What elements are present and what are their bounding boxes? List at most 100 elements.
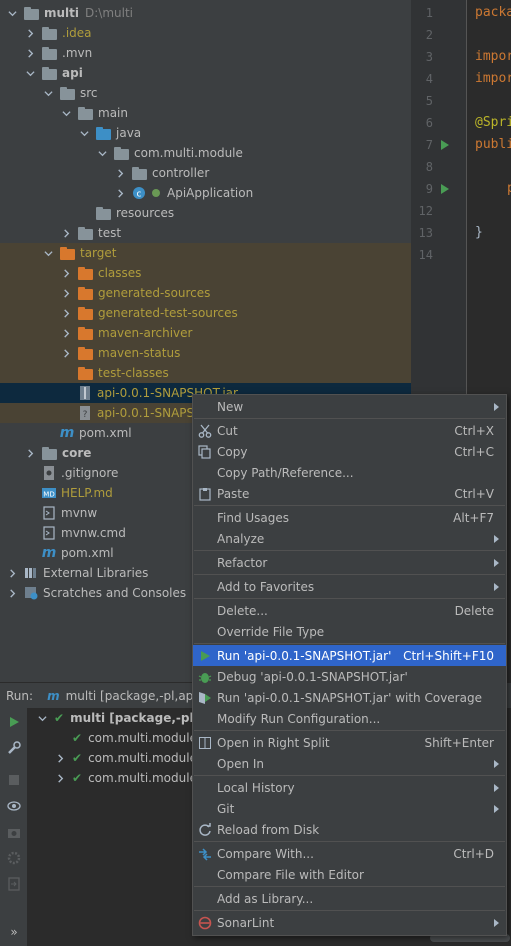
- chevron-right-icon[interactable]: [54, 752, 66, 764]
- menu-item-analyze[interactable]: Analyze: [193, 528, 506, 549]
- run-gutter-icon[interactable]: [441, 184, 449, 194]
- menu-item-override-file-type[interactable]: Override File Type: [193, 621, 506, 642]
- tree-item-maven-status[interactable]: maven-status: [0, 343, 411, 363]
- tree-item-test-classes[interactable]: test-classes: [0, 363, 411, 383]
- menu-item-add-as-library[interactable]: Add as Library...: [193, 888, 506, 909]
- menu-item-find-usages[interactable]: Find Usages Alt+F7: [193, 507, 506, 528]
- chevron-right-icon[interactable]: [60, 307, 72, 319]
- menu-item-label: Reload from Disk: [217, 822, 320, 837]
- tree-item-target[interactable]: target: [0, 243, 411, 263]
- menu-item-run-with-coverage[interactable]: Run 'api-0.0.1-SNAPSHOT.jar' with Covera…: [193, 687, 506, 708]
- chevron-right-icon[interactable]: [60, 347, 72, 359]
- menu-item-label: Find Usages: [217, 510, 290, 525]
- menu-item-cut[interactable]: Cut Ctrl+X: [193, 420, 506, 441]
- maven-icon: m: [41, 545, 57, 561]
- excluded-folder-icon: [78, 306, 94, 320]
- submenu-arrow-icon: [494, 402, 499, 411]
- menu-item-copy[interactable]: Copy Ctrl+C: [193, 441, 506, 462]
- wrench-icon[interactable]: [6, 740, 22, 756]
- chevron-right-icon[interactable]: [6, 567, 18, 579]
- camera-icon[interactable]: [6, 824, 22, 840]
- menu-item-refactor[interactable]: Refactor: [193, 552, 506, 573]
- tree-item-idea[interactable]: .idea: [0, 23, 411, 43]
- spring-leaf-icon: [151, 185, 161, 201]
- tree-item-controller[interactable]: controller: [0, 163, 411, 183]
- chevron-down-icon[interactable]: [36, 712, 48, 724]
- chevron-right-icon[interactable]: [60, 227, 72, 239]
- chevron-down-icon[interactable]: [78, 127, 90, 139]
- tree-item-apiapplication[interactable]: c ApiApplication: [0, 183, 411, 203]
- split-icon: [198, 736, 212, 750]
- chevron-right-icon[interactable]: [6, 587, 18, 599]
- menu-item-sonarlint[interactable]: SonarLint: [193, 912, 506, 933]
- tree-item-generated-test-sources[interactable]: generated-test-sources: [0, 303, 411, 323]
- menu-item-modify-run-config[interactable]: Modify Run Configuration...: [193, 708, 506, 729]
- menu-item-paste[interactable]: Paste Ctrl+V: [193, 483, 506, 504]
- settings-icon[interactable]: [6, 850, 22, 866]
- context-menu: New Cut Ctrl+X Copy Ctrl+C Copy Path/Ref…: [192, 394, 507, 936]
- chevron-right-icon[interactable]: [60, 327, 72, 339]
- tree-item-package[interactable]: com.multi.module: [0, 143, 411, 163]
- tree-item-multi[interactable]: multi D:\multi: [0, 3, 411, 23]
- menu-shortcut: Ctrl+V: [454, 486, 494, 501]
- chevron-right-icon[interactable]: [114, 187, 126, 199]
- script-file-icon: [42, 505, 56, 521]
- code-line: }: [475, 225, 483, 240]
- tree-item-test[interactable]: test: [0, 223, 411, 243]
- menu-item-add-to-favorites[interactable]: Add to Favorites: [193, 576, 506, 597]
- menu-item-git[interactable]: Git: [193, 798, 506, 819]
- menu-item-delete[interactable]: Delete... Delete: [193, 600, 506, 621]
- menu-item-compare-with-editor[interactable]: Compare File with Editor: [193, 864, 506, 885]
- tree-item-maven-archiver[interactable]: maven-archiver: [0, 323, 411, 343]
- chevron-down-icon[interactable]: [42, 247, 54, 259]
- chevron-down-icon[interactable]: [96, 147, 108, 159]
- tree-item-classes[interactable]: classes: [0, 263, 411, 283]
- tree-item-generated-sources[interactable]: generated-sources: [0, 283, 411, 303]
- tree-item-label: core: [62, 446, 92, 460]
- project-path: D:\multi: [85, 6, 134, 20]
- chevron-right-icon[interactable]: [24, 47, 36, 59]
- line-number: 2: [425, 28, 433, 42]
- chevron-down-icon[interactable]: [6, 7, 18, 19]
- chevron-down-icon[interactable]: [42, 87, 54, 99]
- menu-item-local-history[interactable]: Local History: [193, 777, 506, 798]
- menu-separator: [194, 505, 505, 506]
- tree-item-mvn[interactable]: .mvn: [0, 43, 411, 63]
- rerun-icon[interactable]: [6, 714, 22, 730]
- chevron-down-icon[interactable]: [60, 107, 72, 119]
- tree-item-api[interactable]: api: [0, 63, 411, 83]
- menu-item-debug[interactable]: Debug 'api-0.0.1-SNAPSHOT.jar': [193, 666, 506, 687]
- menu-item-open-right-split[interactable]: Open in Right Split Shift+Enter: [193, 732, 506, 753]
- menu-shortcut: Alt+F7: [453, 510, 494, 525]
- chevron-right-icon[interactable]: [60, 267, 72, 279]
- chevron-right-icon[interactable]: [54, 772, 66, 784]
- menu-item-compare-with[interactable]: Compare With... Ctrl+D: [193, 843, 506, 864]
- run-gutter-icon[interactable]: [441, 140, 449, 150]
- chevron-right-icon[interactable]: [24, 447, 36, 459]
- tree-item-main[interactable]: main: [0, 103, 411, 123]
- tree-item-java[interactable]: java: [0, 123, 411, 143]
- tree-item-src[interactable]: src: [0, 83, 411, 103]
- menu-item-reload-from-disk[interactable]: Reload from Disk: [193, 819, 506, 840]
- tree-item-label: ApiApplication: [167, 186, 254, 200]
- tree-item-resources[interactable]: resources: [0, 203, 411, 223]
- code-editor[interactable]: packa impor impor @Spri publi p }: [466, 0, 511, 400]
- chevron-down-icon[interactable]: [24, 67, 36, 79]
- chevron-right-icon[interactable]: [114, 167, 126, 179]
- menu-item-run[interactable]: Run 'api-0.0.1-SNAPSHOT.jar' Ctrl+Shift+…: [193, 645, 506, 666]
- chevron-right-icon[interactable]: [60, 287, 72, 299]
- chevron-right-icon[interactable]: [24, 27, 36, 39]
- menu-separator: [194, 910, 505, 911]
- run-label: Run:: [6, 688, 34, 703]
- stop-icon[interactable]: [6, 772, 22, 788]
- tree-item-label: pom.xml: [79, 426, 132, 440]
- eye-icon[interactable]: [6, 798, 22, 814]
- menu-item-open-in[interactable]: Open In: [193, 753, 506, 774]
- exit-icon[interactable]: [6, 876, 22, 892]
- unknown-file-icon: ?: [78, 405, 92, 421]
- double-chevron-icon[interactable]: »: [6, 924, 22, 940]
- success-check-icon: ✔: [72, 731, 83, 745]
- menu-item-copy-path[interactable]: Copy Path/Reference...: [193, 462, 506, 483]
- menu-item-label: Analyze: [217, 531, 265, 546]
- menu-item-new[interactable]: New: [193, 396, 506, 417]
